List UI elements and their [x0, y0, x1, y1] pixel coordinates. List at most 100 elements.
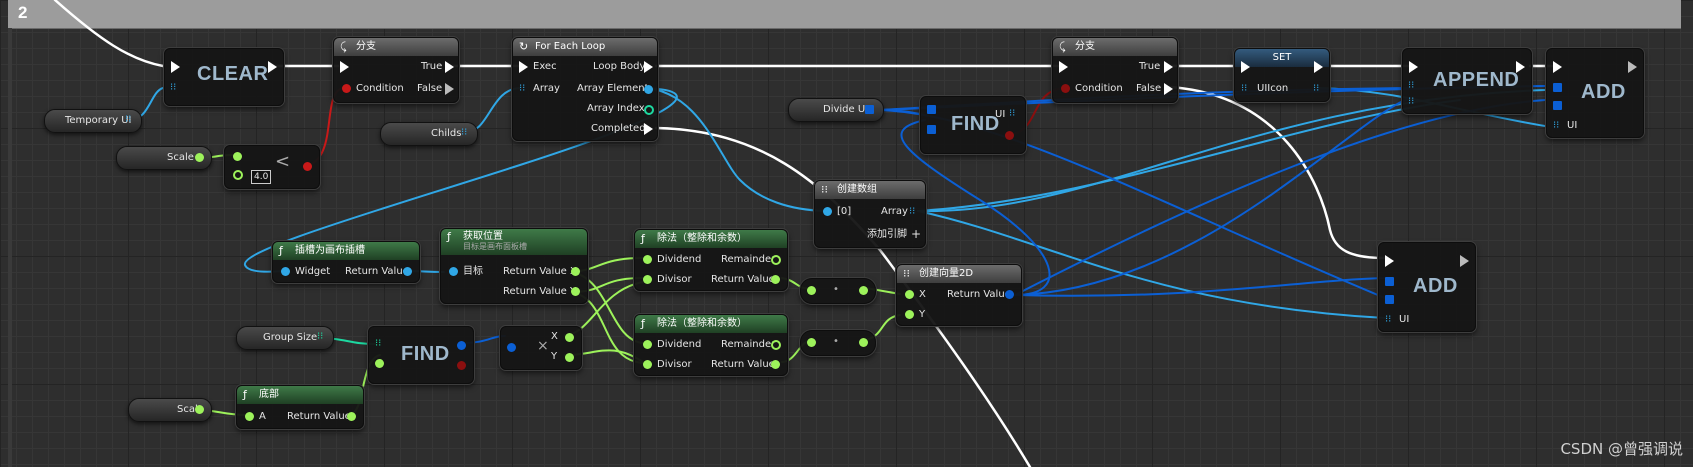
divide-node-2[interactable]: ƒ 除法（整除和余数） Dividend Remainder Divisor Re…	[634, 314, 788, 376]
remainder-pin[interactable]	[771, 340, 781, 350]
branch-node-2[interactable]: ⤹ 分支 True Condition False	[1052, 37, 1178, 103]
item-input-pin[interactable]	[1553, 101, 1562, 110]
for-each-loop-node[interactable]: ↻ For Each Loop Exec Loop Body ⁝⁝ Array A…	[512, 37, 658, 141]
float-output-pin[interactable]	[195, 153, 204, 162]
variable-childs[interactable]: Childs ⁝⁝	[380, 122, 478, 146]
variable-group-size[interactable]: Group Size ⁝⁝	[236, 326, 334, 350]
array-output-pin-icon[interactable]: ⁝⁝	[1009, 109, 1019, 119]
dividend-pin[interactable]	[643, 340, 652, 349]
branch-node-1[interactable]: ⤹ 分支 True Condition False	[333, 37, 459, 103]
vector-output-pin[interactable]	[1005, 290, 1014, 299]
array-output-pin-icon[interactable]: ⁝⁝	[909, 207, 919, 217]
return-x-pin[interactable]	[571, 267, 580, 276]
item-input-pin[interactable]	[927, 125, 936, 134]
make-array-node[interactable]: ⁝⁝ 创建数组 [0] Array ⁝⁝ 添加引脚 +	[814, 180, 926, 248]
condition-pin[interactable]	[342, 84, 351, 93]
bool-output-pin[interactable]	[303, 162, 312, 171]
x-input-pin[interactable]	[905, 290, 914, 299]
array-element-pin[interactable]	[644, 85, 653, 94]
vector-output-pin[interactable]	[457, 341, 466, 350]
exec-input-pin[interactable]	[1241, 61, 1250, 73]
target-input-pin[interactable]	[449, 267, 458, 276]
float-input-pin-a[interactable]	[233, 152, 242, 161]
false-exec-pin[interactable]	[1164, 83, 1173, 95]
get-position-node[interactable]: ƒ 获取位置 目标是画布面板槽 目标 Return Value X Return V…	[440, 228, 588, 304]
exec-input-pin[interactable]	[340, 61, 349, 73]
variable-divide-ui[interactable]: Divide UI	[788, 98, 884, 122]
return-output-pin[interactable]	[347, 412, 356, 421]
array-input-pin-icon[interactable]: ⁝⁝	[1408, 81, 1418, 91]
return-output-pin[interactable]	[403, 267, 412, 276]
array-input-pin-icon[interactable]: ⁝⁝	[1241, 84, 1251, 94]
array-input-pin[interactable]	[1385, 277, 1394, 286]
multiply-node-2[interactable]: •	[800, 330, 876, 356]
slot-as-canvas-slot-node[interactable]: ƒ 插槽为画布插槽 Widget Return Value	[272, 241, 420, 283]
return-pin[interactable]	[771, 360, 780, 369]
multiply-node-1[interactable]: •	[800, 278, 876, 304]
array-input-pin-icon[interactable]: ⁝⁝	[375, 339, 385, 349]
divide-node-1[interactable]: ƒ 除法（整除和余数） Dividend Remainder Divisor Re…	[634, 229, 788, 291]
array-pin-icon[interactable]: ⁝⁝	[461, 128, 471, 138]
clear-node[interactable]: ⁝⁝ CLEAR	[164, 48, 284, 106]
exec-output-pin[interactable]	[1628, 61, 1637, 73]
ui-pin-icon[interactable]: ⁝⁝	[1385, 315, 1395, 325]
int-array-pin-icon[interactable]: ⁝⁝	[317, 332, 327, 342]
floor-node[interactable]: ƒ 底部 A Return Value	[236, 385, 364, 429]
array-pin-icon[interactable]: ⁝⁝	[125, 115, 135, 125]
float-output-pin[interactable]	[859, 338, 868, 347]
exec-input-pin[interactable]	[1409, 61, 1418, 73]
variable-scale[interactable]: Scale	[116, 146, 212, 170]
item-input-pin[interactable]	[1385, 295, 1394, 304]
array-input-pin[interactable]	[927, 105, 936, 114]
exec-input-pin[interactable]	[171, 61, 180, 73]
array-output-pin-icon[interactable]: ⁝⁝	[1313, 84, 1323, 94]
exec-input-pin[interactable]	[519, 61, 528, 73]
remainder-pin[interactable]	[771, 255, 781, 265]
completed-pin[interactable]	[644, 123, 653, 135]
array-input-pin-icon[interactable]: ⁝⁝	[519, 84, 529, 94]
return-pin[interactable]	[771, 275, 780, 284]
find-node-2[interactable]: ⁝⁝ FIND	[368, 326, 474, 384]
array-output-pin[interactable]	[865, 105, 874, 114]
exec-input-pin[interactable]	[1553, 61, 1562, 73]
add-node-1[interactable]: ADD ⁝⁝ UI	[1546, 48, 1644, 138]
int-output-pin[interactable]	[457, 361, 466, 370]
float-input-pin[interactable]	[807, 286, 816, 295]
array-input-pin-icon-2[interactable]: ⁝⁝	[1408, 97, 1418, 107]
set-node[interactable]: SET ⁝⁝ UIIcon ⁝⁝	[1234, 48, 1330, 102]
float-output-pin[interactable]	[859, 286, 868, 295]
exec-output-pin[interactable]	[1314, 61, 1323, 73]
float-input-pin[interactable]	[807, 338, 816, 347]
exec-input-pin[interactable]	[1385, 255, 1394, 267]
add-node-2[interactable]: ADD ⁝⁝ UI	[1378, 242, 1476, 332]
false-exec-pin[interactable]	[445, 83, 454, 95]
loop-body-pin[interactable]	[644, 61, 653, 73]
y-output-pin[interactable]	[565, 353, 574, 362]
exec-output-pin[interactable]	[1460, 255, 1469, 267]
ui-pin-icon[interactable]: ⁝⁝	[1553, 121, 1563, 131]
return-y-pin[interactable]	[571, 287, 580, 296]
divisor-pin[interactable]	[643, 275, 652, 284]
add-pin-icon[interactable]: +	[911, 228, 921, 240]
append-node[interactable]: ⁝⁝ ⁝⁝ APPEND	[1402, 48, 1532, 114]
array-input-pin-icon[interactable]: ⁝⁝	[170, 83, 180, 93]
variable-scale-2[interactable]: Scale	[128, 398, 212, 422]
float-output-pin[interactable]	[195, 405, 204, 414]
widget-input-pin[interactable]	[281, 267, 290, 276]
exec-input-pin[interactable]	[1059, 61, 1068, 73]
element-input-pin[interactable]	[823, 207, 832, 216]
divisor-pin[interactable]	[643, 360, 652, 369]
array-input-pin[interactable]	[1553, 83, 1562, 92]
dividend-pin[interactable]	[643, 255, 652, 264]
array-index-pin[interactable]	[644, 105, 654, 115]
add-pin-label[interactable]: 添加引脚	[867, 229, 907, 241]
compare-value[interactable]: 4.0	[251, 170, 272, 184]
x-output-pin[interactable]	[565, 333, 574, 342]
float-input-pin-b[interactable]	[233, 170, 243, 180]
a-input-pin[interactable]	[245, 412, 254, 421]
item-input-pin[interactable]	[375, 359, 384, 368]
break-vector-node[interactable]: × X Y	[500, 326, 582, 370]
int-output-pin[interactable]	[1005, 131, 1014, 140]
condition-pin[interactable]	[1061, 84, 1070, 93]
less-than-node[interactable]: 4.0 <	[224, 145, 320, 189]
